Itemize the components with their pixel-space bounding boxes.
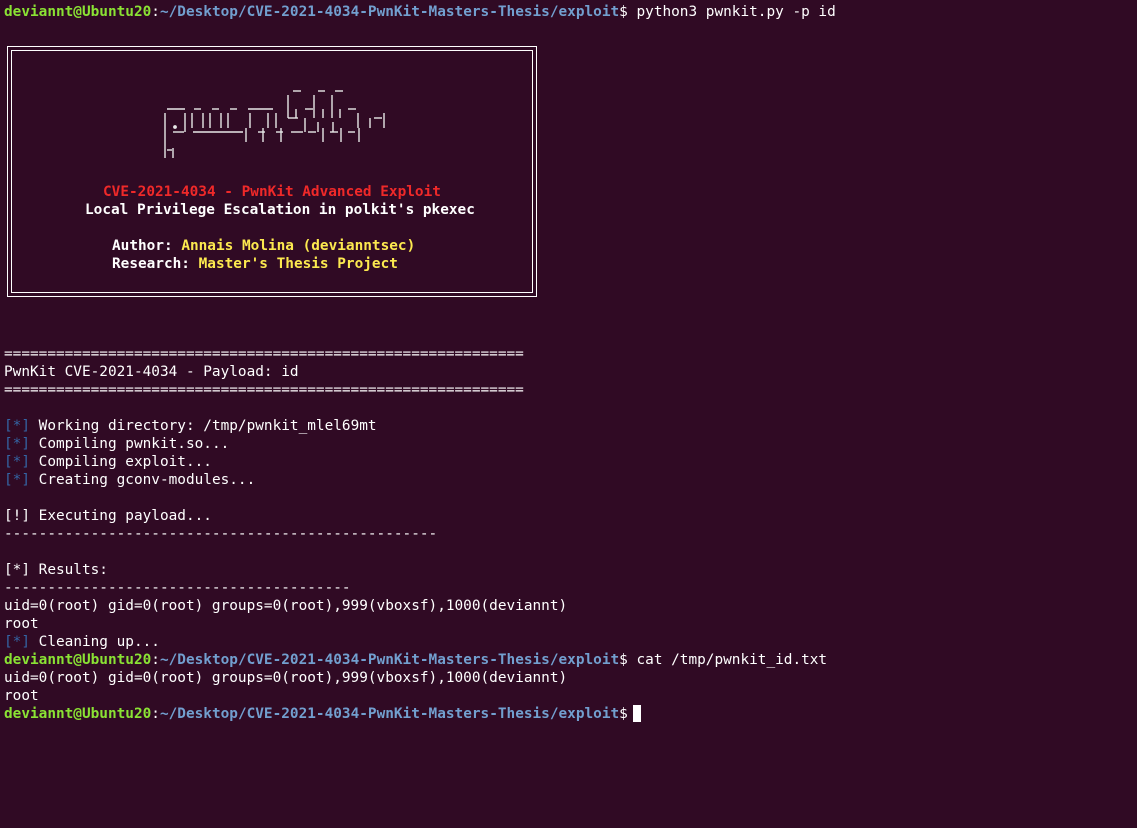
- prompt-line-2: deviannt@Ubuntu20:~/Desktop/CVE-2021-403…: [4, 651, 827, 669]
- step-line: [*] Working directory: /tmp/pwnkit_mlel6…: [4, 418, 377, 434]
- cat-uid-output: uid=0(root) gid=0(root) groups=0(root),9…: [4, 670, 568, 686]
- prompt-dollar: $: [619, 652, 628, 668]
- prompt-user: deviannt@Ubuntu20: [4, 4, 152, 20]
- prompt-line-1: deviannt@Ubuntu20:~/Desktop/CVE-2021-403…: [4, 3, 836, 21]
- command-text: cat /tmp/pwnkit_id.txt: [627, 652, 828, 668]
- prompt-dollar: $: [619, 4, 628, 20]
- header-rule-bottom: ========================================…: [4, 382, 524, 398]
- ascii-logo: [164, 90, 385, 158]
- terminal-window[interactable]: deviannt@Ubuntu20:~/Desktop/CVE-2021-403…: [0, 0, 1137, 828]
- text-cursor[interactable]: [632, 705, 641, 722]
- command-text: python3 pwnkit.py -p id: [627, 4, 836, 20]
- step-line: [*] Compiling pwnkit.so...: [4, 436, 230, 452]
- root-output: root: [4, 616, 39, 632]
- banner-research: Research: Master's Thesis Project: [112, 256, 398, 272]
- step-line: [*] Creating gconv-modules...: [4, 472, 256, 488]
- step-marker: [*]: [4, 454, 30, 470]
- prompt-line-3[interactable]: deviannt@Ubuntu20:~/Desktop/CVE-2021-403…: [4, 705, 641, 723]
- prompt-colon: :: [151, 706, 160, 722]
- rule-short: ----------------------------------------: [4, 580, 351, 596]
- prompt-path: ~/Desktop/CVE-2021-4034-PwnKit-Masters-T…: [159, 652, 620, 668]
- step-line: [*] Compiling exploit...: [4, 454, 212, 470]
- uid-output: uid=0(root) gid=0(root) groups=0(root),9…: [4, 598, 568, 614]
- header-rule-top: ========================================…: [4, 346, 524, 362]
- results-line: [*] Results:: [4, 562, 108, 578]
- prompt-user: deviannt@Ubuntu20: [4, 706, 152, 722]
- prompt-path: ~/Desktop/CVE-2021-4034-PwnKit-Masters-T…: [159, 706, 620, 722]
- step-marker: [*]: [4, 418, 30, 434]
- prompt-dollar: $: [619, 706, 628, 722]
- banner-subtitle: Local Privilege Escalation in polkit's p…: [85, 202, 475, 218]
- step-marker: [*]: [4, 472, 30, 488]
- cat-root-output: root: [4, 688, 39, 704]
- banner-title: CVE-2021-4034 - PwnKit Advanced Exploit: [103, 184, 441, 200]
- cleanup-line: [*] Cleaning up...: [4, 634, 160, 650]
- cleanup-marker: [*]: [4, 634, 30, 650]
- prompt-colon: :: [151, 4, 160, 20]
- executing-line: [!] Executing payload...: [4, 508, 212, 524]
- prompt-user: deviannt@Ubuntu20: [4, 652, 152, 668]
- prompt-path: ~/Desktop/CVE-2021-4034-PwnKit-Masters-T…: [159, 4, 620, 20]
- step-marker: [*]: [4, 436, 30, 452]
- prompt-colon: :: [151, 652, 160, 668]
- banner-author: Author: Annais Molina (devianntsec): [112, 238, 416, 254]
- rule-long: ----------------------------------------…: [4, 526, 438, 542]
- header-title: PwnKit CVE-2021-4034 - Payload: id: [4, 364, 299, 380]
